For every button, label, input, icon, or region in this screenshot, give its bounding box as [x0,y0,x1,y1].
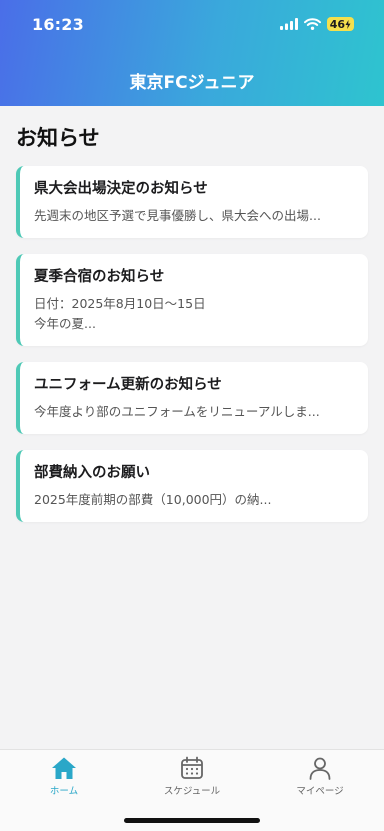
app-header: 16:23 46 東京FCジュニア [0,0,384,106]
tab-mypage[interactable]: マイページ [270,756,370,802]
tab-home-label: ホーム [49,786,79,797]
calendar-icon [180,756,204,780]
home-icon [51,756,77,780]
charging-bolt-icon [345,19,351,29]
tab-schedule[interactable]: スケジュール [142,756,242,802]
announcement-title: ユニフォーム更新のお知らせ [34,377,222,393]
wifi-icon [303,15,321,34]
app-title: 東京FCジュニア [129,73,255,93]
battery-level: 46 [329,17,345,31]
tab-mypage-label: マイページ [296,786,344,797]
announcement-card[interactable]: 夏季合宿のお知らせ 日付：2025年8月10日〜15日 今年の夏... [16,254,368,346]
announcement-card[interactable]: ユニフォーム更新のお知らせ 今年度より部のユニフォームをリニューアルしま... [16,362,368,434]
status-time: 16:23 [32,14,84,34]
announcement-title: 夏季合宿のお知らせ [34,269,165,285]
announcement-preview: 日付：2025年8月10日〜15日 今年の夏... [34,296,206,331]
announcement-preview: 今年度より部のユニフォームをリニューアルしま... [34,404,320,419]
cellular-signal-icon [279,15,298,34]
announcement-preview: 先週末の地区予選で見事優勝し、県大会への出場... [34,208,321,223]
announcement-title: 県大会出場決定のお知らせ [34,181,208,197]
person-icon [308,756,332,780]
status-icons: 46 [279,15,354,34]
page-title: お知らせ [16,126,100,150]
announcement-card[interactable]: 部費納入のお願い 2025年度前期の部費（10,000円）の納... [16,450,368,522]
status-bar: 16:23 46 [0,0,384,48]
announcement-title: 部費納入のお願い [34,465,150,481]
home-indicator[interactable] [124,818,260,823]
tab-home[interactable]: ホーム [14,756,114,802]
announcement-card[interactable]: 県大会出場決定のお知らせ 先週末の地区予選で見事優勝し、県大会への出場... [16,166,368,238]
battery-indicator: 46 [326,17,354,31]
tab-schedule-label: スケジュール [163,786,221,797]
announcement-preview: 2025年度前期の部費（10,000円）の納... [34,492,272,507]
